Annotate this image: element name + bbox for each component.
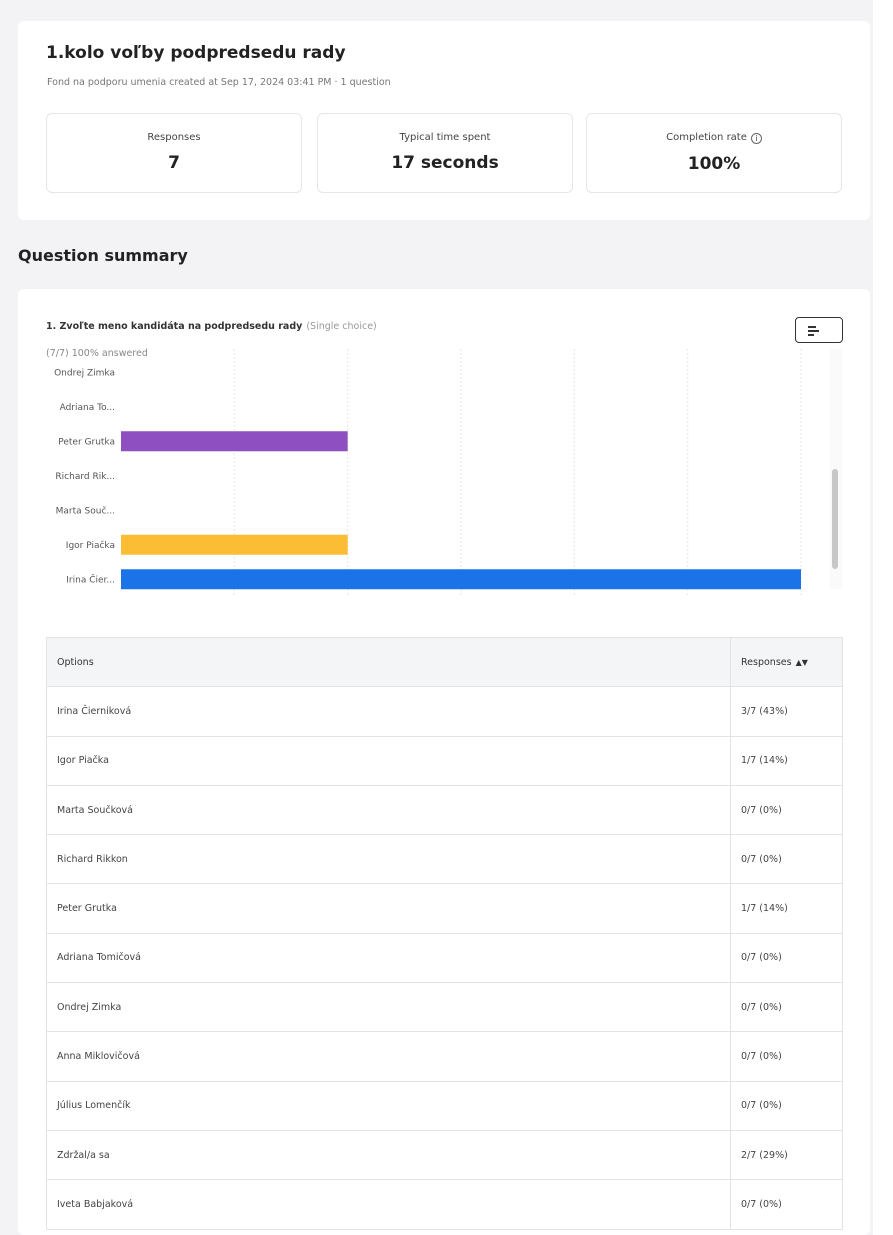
info-icon[interactable]: i	[750, 133, 762, 144]
responses-cell: 0/7 (0%)	[730, 834, 843, 885]
bar[interactable]	[121, 431, 348, 452]
responses-header-label: Responses	[741, 656, 792, 668]
responses-cell: 0/7 (0%)	[730, 1080, 843, 1131]
table-row: Július Lomenčík 0/7 (0%)	[46, 1080, 843, 1131]
stat-label: Typical time spent	[399, 132, 491, 143]
responses-cell: 1/7 (14%)	[730, 883, 843, 934]
question-text: 1. Zvoľte meno kandidáta na podpredsedu …	[46, 321, 303, 332]
bar[interactable]	[121, 569, 801, 590]
answered-count: (7/7) 100% answered	[46, 348, 148, 359]
option-cell: Irina Čierniková	[46, 686, 731, 737]
option-cell: Anna Miklovičová	[46, 1031, 731, 1082]
options-table: Options Responses ▲▼ Irina Čierniková 3/7 …	[46, 636, 843, 1230]
option-cell: Ondrej Zimka	[46, 982, 731, 1033]
option-cell: Marta Součková	[46, 784, 731, 836]
table-header-row: Options Responses ▲▼	[46, 636, 843, 688]
survey-overview-card: 1.kolo voľby podpredsedu rady Fond na po…	[18, 21, 870, 220]
option-cell: Igor Piačka	[46, 735, 731, 786]
stat-value: 17 seconds	[391, 153, 499, 173]
table-row: Anna Miklovičová 0/7 (0%)	[46, 1031, 843, 1082]
y-category-label: Marta Souč...	[56, 505, 115, 516]
y-category-label: Ondrej Zimka	[54, 368, 115, 378]
responses-cell: 3/7 (43%)	[730, 686, 843, 737]
question-title: 1. Zvoľte meno kandidáta na podpredsedu …	[46, 321, 377, 332]
table-row: Richard Rikkon 0/7 (0%)	[46, 834, 843, 885]
option-cell: Peter Grutka	[46, 883, 731, 934]
options-column-header: Options	[46, 636, 731, 688]
responses-cell: 2/7 (29%)	[730, 1129, 843, 1181]
table-row: Marta Součková 0/7 (0%)	[46, 784, 843, 836]
y-category-label: Peter Grutka	[58, 437, 115, 447]
survey-meta: Fond na podporu umenia created at Sep 17…	[47, 77, 391, 88]
y-category-label: Irina Čier...	[66, 573, 115, 585]
question-summary-card: 1. Zvoľte meno kandidáta na podpredsedu …	[18, 289, 870, 1235]
option-cell: Július Lomenčík	[46, 1080, 731, 1131]
table-row: Ondrej Zimka 0/7 (0%)	[46, 982, 843, 1033]
option-cell: Zdržal/a sa	[46, 1129, 731, 1181]
table-row: Iveta Babjaková 0/7 (0%)	[46, 1179, 843, 1230]
stat-typical-time: Typical time spent 17 seconds	[317, 113, 573, 193]
sort-icon[interactable]: ▲▼	[796, 658, 808, 667]
survey-title: 1.kolo voľby podpredsedu rady	[46, 43, 346, 63]
y-category-label: Adriana To...	[60, 403, 115, 413]
responses-cell: 0/7 (0%)	[730, 982, 843, 1033]
responses-column-header[interactable]: Responses ▲▼	[730, 636, 843, 688]
y-category-label: Igor Piačka	[66, 540, 115, 551]
table-row: Irina Čierniková 3/7 (43%)	[46, 686, 843, 737]
stat-responses: Responses 7	[46, 113, 302, 193]
section-title: Question summary	[18, 246, 188, 265]
stat-label: Completion rate	[666, 132, 747, 143]
chart-type-button[interactable]	[795, 317, 843, 343]
responses-cell: 0/7 (0%)	[730, 1031, 843, 1082]
option-cell: Iveta Babjaková	[46, 1179, 731, 1230]
table-row: Igor Piačka 1/7 (14%)	[46, 735, 843, 786]
responses-cell: 0/7 (0%)	[730, 932, 843, 984]
stat-label-row: Completion rate i	[587, 132, 841, 144]
bar-chart-icon	[808, 326, 819, 336]
responses-cell: 1/7 (14%)	[730, 735, 843, 786]
stat-label: Responses	[147, 132, 201, 143]
table-row: Zdržal/a sa 2/7 (29%)	[46, 1129, 843, 1181]
table-row: Peter Grutka 1/7 (14%)	[46, 883, 843, 934]
responses-cell: 0/7 (0%)	[730, 1179, 843, 1230]
response-bar-chart: 00.511.522.53Ondrej ZimkaAdriana To...Pe…	[54, 349, 802, 597]
y-category-label: Richard Rik...	[55, 472, 115, 482]
table-row: Adriana Tomičová 0/7 (0%)	[46, 932, 843, 984]
chart-scrollbar-thumb[interactable]	[832, 469, 838, 569]
page-right-margin	[873, 0, 893, 1235]
stat-value: 100%	[687, 154, 741, 174]
option-cell: Adriana Tomičová	[46, 932, 731, 984]
stat-value: 7	[168, 153, 180, 173]
stat-completion-rate: Completion rate i 100%	[586, 113, 842, 193]
question-type: (Single choice)	[306, 321, 377, 332]
option-cell: Richard Rikkon	[46, 834, 731, 885]
bar[interactable]	[121, 534, 348, 555]
responses-cell: 0/7 (0%)	[730, 784, 843, 836]
